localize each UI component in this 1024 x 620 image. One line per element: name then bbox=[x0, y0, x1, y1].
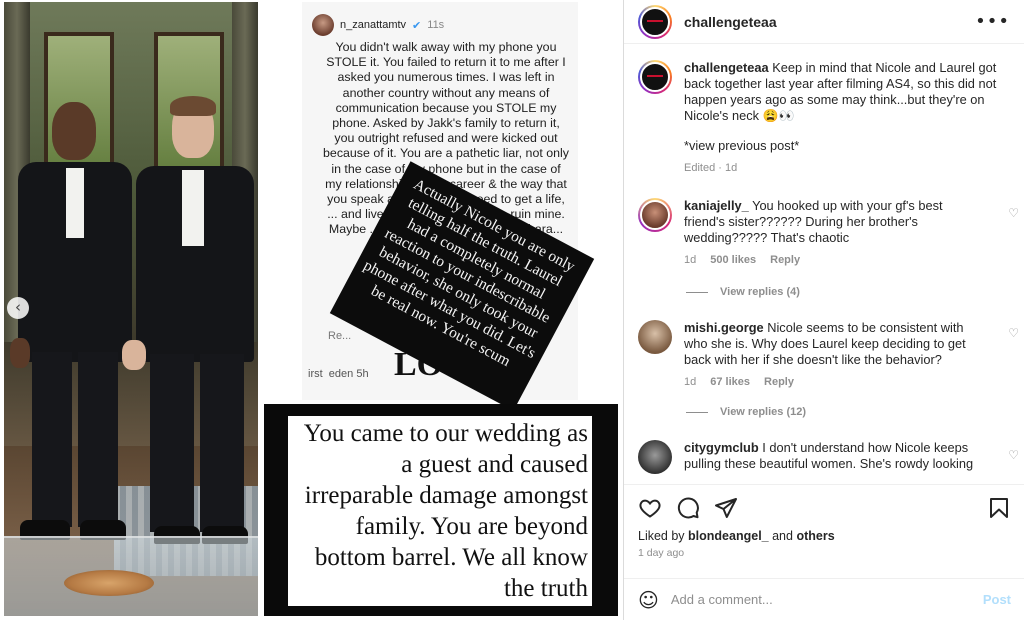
likes-summary: Liked by blondeangel_ and others bbox=[638, 529, 1011, 543]
caption-extra: *view previous post* bbox=[684, 138, 800, 153]
likes-prefix: Liked by bbox=[638, 529, 685, 543]
bookmark-icon[interactable] bbox=[987, 496, 1011, 520]
comment-composer: ☺ Post bbox=[624, 578, 1024, 620]
verified-badge-icon: ✔ bbox=[412, 19, 422, 32]
reply-button[interactable]: Reply bbox=[764, 374, 794, 390]
story-footer-left: irst bbox=[308, 368, 323, 380]
liked-by-others[interactable]: others bbox=[796, 529, 834, 543]
story-time: 11s bbox=[427, 19, 445, 31]
story-footer-right: eden 5h bbox=[328, 368, 369, 380]
comment-icon[interactable] bbox=[676, 496, 700, 520]
commenter-username[interactable]: citygymclub bbox=[684, 440, 759, 455]
emoji-icon[interactable]: ☺ bbox=[638, 588, 659, 612]
likes-and: and bbox=[772, 529, 793, 543]
author-avatar[interactable] bbox=[638, 4, 672, 39]
like-comment-heart-icon[interactable]: ♡ bbox=[1008, 448, 1019, 462]
post-actions: Liked by blondeangel_ and others 1 day a… bbox=[624, 484, 1024, 559]
caption-avatar[interactable] bbox=[638, 60, 672, 94]
view-replies-button[interactable]: View replies (4) bbox=[686, 286, 800, 298]
caption-username[interactable]: challengeteaa bbox=[684, 60, 769, 75]
story-reply-hint: Re... bbox=[328, 330, 352, 342]
post-date: 1 day ago bbox=[638, 547, 685, 559]
carousel-prev-button[interactable]: ‹ bbox=[7, 297, 29, 319]
like-comment-heart-icon[interactable]: ♡ bbox=[1008, 326, 1019, 340]
like-comment-heart-icon[interactable]: ♡ bbox=[1008, 206, 1019, 220]
post-caption: challengeteaa Keep in mind that Nicole a… bbox=[638, 60, 1013, 176]
share-icon[interactable] bbox=[714, 496, 738, 520]
decor-bowl bbox=[64, 570, 154, 596]
heart-icon[interactable] bbox=[638, 496, 662, 520]
story-username: n_zanattamtv bbox=[340, 19, 407, 31]
post-media-carousel: ‹ n_zanattamtv ✔ 11s You didn't walk awa… bbox=[0, 0, 622, 620]
comment-time: 1d bbox=[684, 254, 697, 266]
quote-text: You came to our wedding as a guest and c… bbox=[288, 416, 592, 606]
comment-input[interactable] bbox=[670, 592, 983, 607]
comment-item: kaniajelly_ You hooked up with your gf's… bbox=[638, 198, 1013, 268]
commenter-username[interactable]: mishi.george bbox=[684, 320, 764, 335]
post-comment-button[interactable]: Post bbox=[983, 592, 1011, 607]
liked-by-user[interactable]: blondeangel_ bbox=[688, 529, 769, 543]
comment-item: mishi.george Nicole seems to be consiste… bbox=[638, 320, 1013, 390]
author-username[interactable]: challengeteaa bbox=[684, 14, 975, 30]
commenter-avatar[interactable] bbox=[638, 440, 672, 474]
comment-likes[interactable]: 67 likes bbox=[710, 374, 750, 390]
wedding-photo bbox=[4, 2, 258, 616]
story-header: n_zanattamtv ✔ 11s bbox=[312, 14, 444, 36]
commenter-username[interactable]: kaniajelly_ bbox=[684, 198, 749, 213]
view-replies-label: View replies (4) bbox=[720, 286, 800, 298]
comments-list: challengeteaa Keep in mind that Nicole a… bbox=[624, 52, 1024, 482]
comment-likes[interactable]: 500 likes bbox=[710, 252, 756, 268]
post-header: challengeteaa ••• bbox=[624, 0, 1024, 44]
reply-button[interactable]: Reply bbox=[770, 252, 800, 268]
story-avatar bbox=[312, 14, 334, 36]
more-options-icon[interactable]: ••• bbox=[975, 11, 1010, 32]
comment-item: citygymclub I don't understand how Nicol… bbox=[638, 440, 1013, 474]
view-replies-button[interactable]: View replies (12) bbox=[686, 406, 806, 418]
story-footer: irst eden 5h bbox=[308, 368, 369, 380]
commenter-avatar[interactable] bbox=[638, 320, 672, 354]
comment-time: 1d bbox=[684, 376, 697, 388]
view-replies-label: View replies (12) bbox=[720, 406, 807, 418]
caption-meta: Edited · 1d bbox=[684, 162, 738, 174]
quote-card: You came to our wedding as a guest and c… bbox=[264, 404, 618, 616]
commenter-avatar[interactable] bbox=[638, 198, 672, 232]
comments-panel: challengeteaa ••• challengeteaa Keep in … bbox=[623, 0, 1024, 620]
